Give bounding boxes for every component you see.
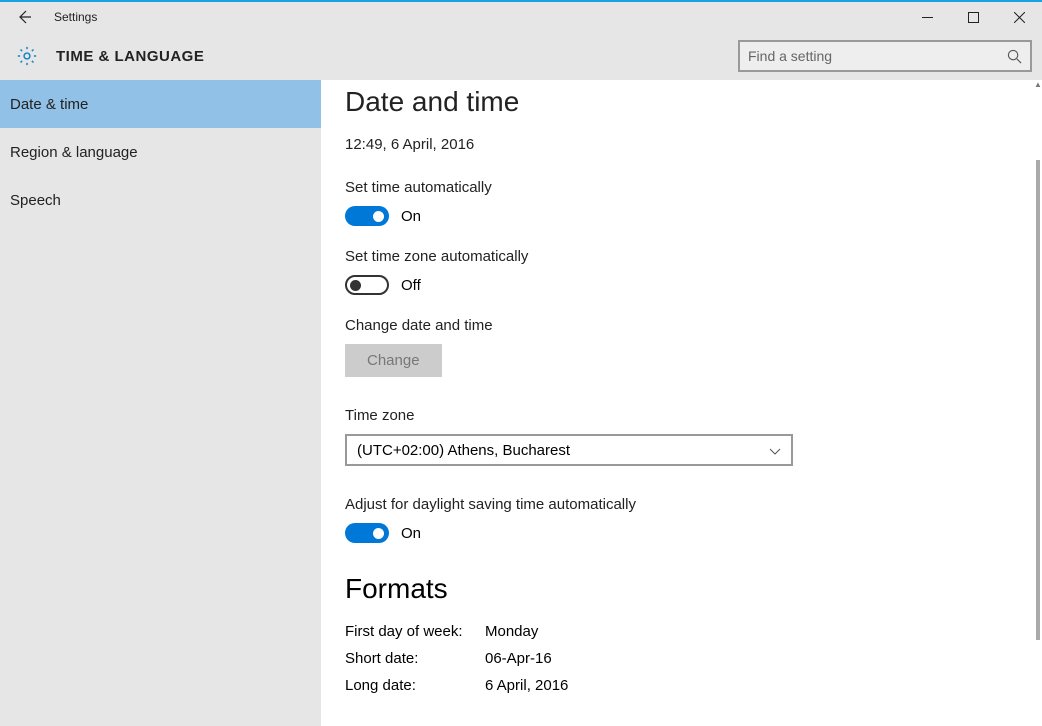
format-value: 06-Apr-16 — [485, 650, 552, 667]
format-label: Short date: — [345, 650, 485, 667]
sidebar: Date & time Region & language Speech — [0, 80, 321, 726]
change-dt-label: Change date and time — [345, 317, 1042, 334]
window-title: Settings — [54, 10, 97, 24]
set-tz-auto-state: Off — [401, 277, 421, 294]
timezone-select[interactable]: (UTC+02:00) Athens, Bucharest — [345, 434, 793, 466]
sidebar-item-date-time[interactable]: Date & time — [0, 80, 321, 128]
content-pane: Date and time 12:49, 6 April, 2016 Set t… — [321, 80, 1042, 726]
titlebar: Settings — [0, 2, 1042, 32]
minimize-button[interactable] — [904, 2, 950, 32]
sidebar-item-speech[interactable]: Speech — [0, 176, 321, 224]
scrollbar[interactable]: ▲ — [1034, 80, 1042, 726]
timezone-value: (UTC+02:00) Athens, Bucharest — [357, 442, 570, 459]
format-row: Short date: 06-Apr-16 — [345, 650, 1042, 667]
set-time-auto-toggle[interactable] — [345, 206, 389, 226]
set-time-auto-state: On — [401, 208, 421, 225]
minimize-icon — [922, 12, 933, 23]
chevron-down-icon — [769, 442, 781, 459]
dst-state: On — [401, 525, 421, 542]
format-row: Long date: 6 April, 2016 — [345, 677, 1042, 694]
window-controls — [904, 2, 1042, 32]
arrow-left-icon — [16, 9, 32, 25]
header: TIME & LANGUAGE — [0, 32, 1042, 80]
set-time-auto-label: Set time automatically — [345, 179, 1042, 196]
back-button[interactable] — [0, 2, 48, 32]
page-heading: Date and time — [345, 86, 1042, 118]
format-value: 6 April, 2016 — [485, 677, 568, 694]
search-input[interactable] — [748, 48, 1007, 64]
maximize-button[interactable] — [950, 2, 996, 32]
close-button[interactable] — [996, 2, 1042, 32]
sidebar-item-label: Region & language — [10, 144, 138, 161]
sidebar-item-label: Date & time — [10, 96, 88, 113]
formats-heading: Formats — [345, 573, 1042, 605]
scrollbar-thumb[interactable] — [1036, 160, 1040, 640]
section-title: TIME & LANGUAGE — [56, 48, 204, 65]
format-value: Monday — [485, 623, 538, 640]
set-tz-auto-toggle[interactable] — [345, 275, 389, 295]
set-tz-auto-label: Set time zone automatically — [345, 248, 1042, 265]
search-box[interactable] — [738, 40, 1032, 72]
search-icon — [1007, 49, 1022, 64]
gear-icon — [16, 45, 38, 67]
dst-label: Adjust for daylight saving time automati… — [345, 496, 1042, 513]
sidebar-item-label: Speech — [10, 192, 61, 209]
format-label: First day of week: — [345, 623, 485, 640]
sidebar-item-region-language[interactable]: Region & language — [0, 128, 321, 176]
timezone-label: Time zone — [345, 407, 1042, 424]
current-datetime: 12:49, 6 April, 2016 — [345, 136, 1042, 153]
change-button: Change — [345, 344, 442, 377]
close-icon — [1014, 12, 1025, 23]
dst-toggle[interactable] — [345, 523, 389, 543]
format-row: First day of week: Monday — [345, 623, 1042, 640]
scroll-up-icon[interactable]: ▲ — [1034, 80, 1042, 88]
maximize-icon — [968, 12, 979, 23]
format-label: Long date: — [345, 677, 485, 694]
